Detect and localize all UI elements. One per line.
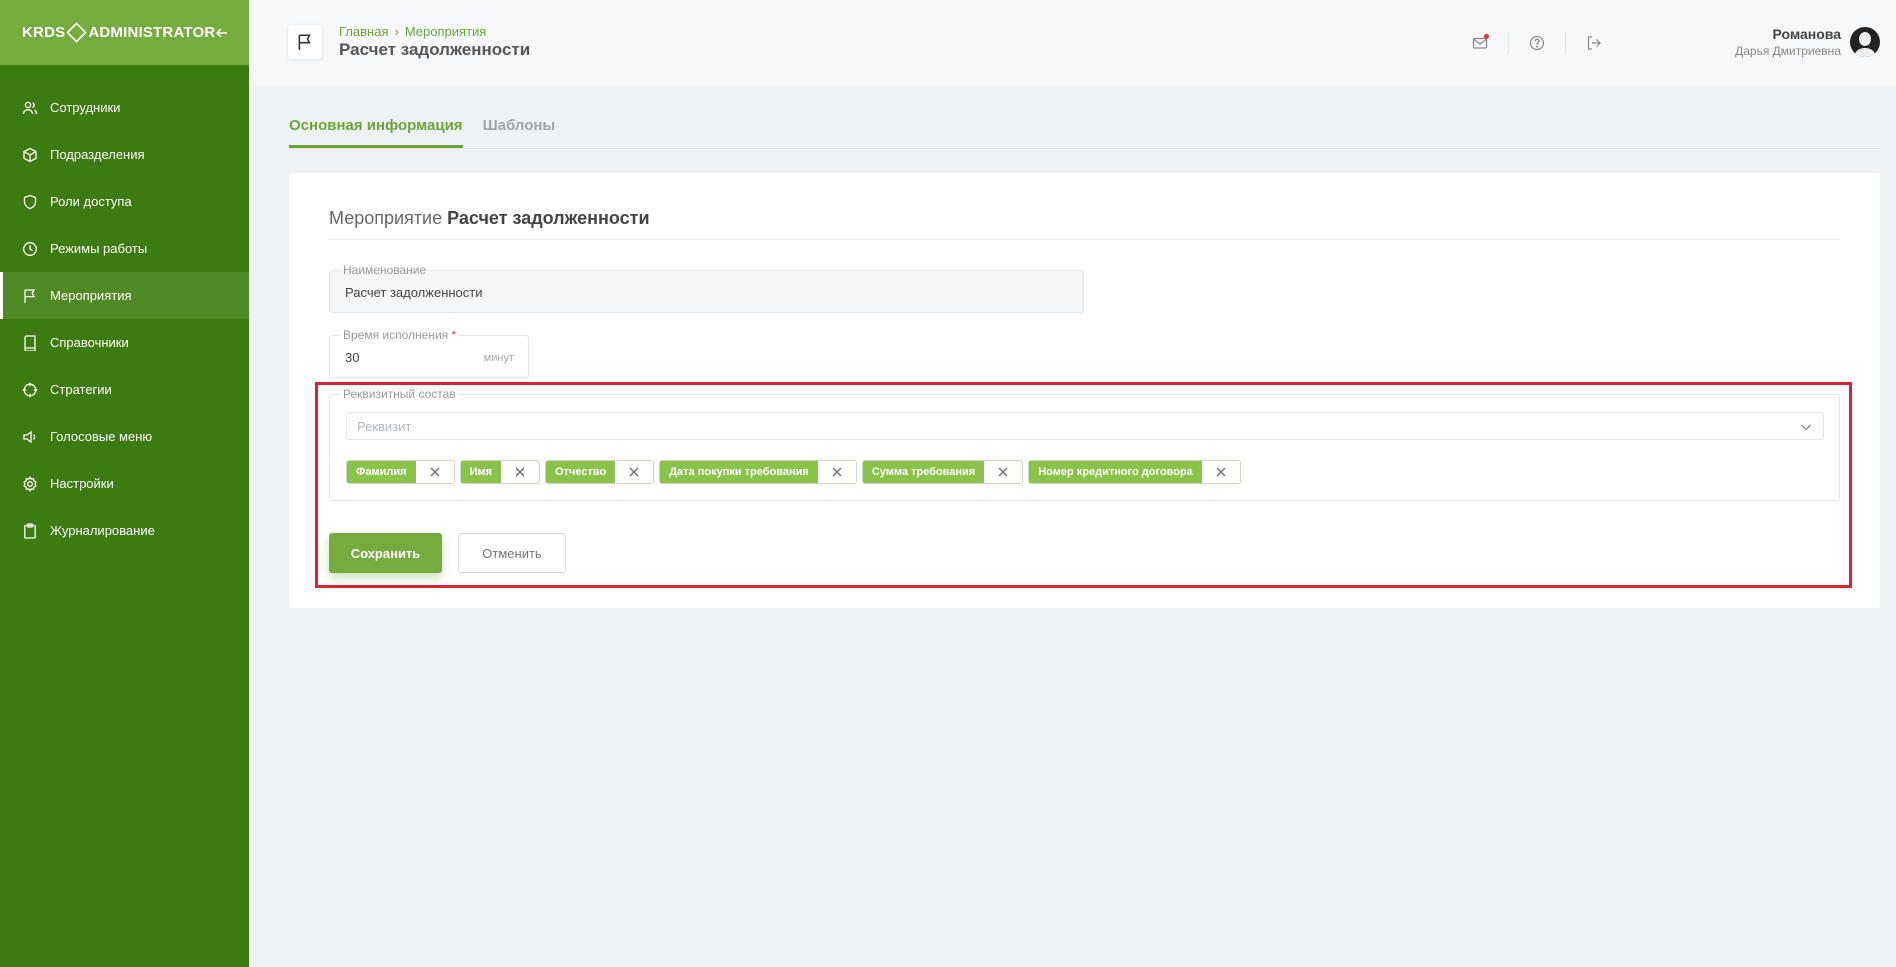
name-field-label: Наименование: [340, 263, 430, 277]
avatar[interactable]: [1850, 27, 1880, 57]
sidebar-item-logging[interactable]: Журналирование: [0, 507, 249, 554]
execution-time-unit: минут: [483, 352, 514, 364]
clipboard-icon: [22, 522, 38, 539]
remove-chip-button[interactable]: [1201, 461, 1240, 483]
remove-chip-button[interactable]: [415, 461, 454, 483]
logo-cube-icon: [66, 22, 88, 43]
chip-label: Дата покупки требования: [660, 461, 818, 483]
remove-chip-button[interactable]: [984, 461, 1023, 483]
help-icon: [1529, 35, 1545, 51]
sidebar-item-settings[interactable]: Настройки: [0, 460, 249, 507]
chip-label: Отчество: [546, 461, 616, 483]
tab-main-info[interactable]: Основная информация: [289, 117, 463, 148]
chevron-down-icon: [1801, 424, 1811, 431]
logo: KRDS ADMINISTRATOR: [22, 22, 216, 43]
page-flag-icon: [288, 25, 322, 59]
page-title: Расчет задолженности: [339, 40, 531, 59]
title-divider: [329, 239, 1840, 240]
breadcrumb-events-link[interactable]: Мероприятия: [405, 24, 487, 39]
required-marker: *: [451, 328, 457, 342]
user-avatar-icon: [1850, 27, 1880, 57]
chip-label: Номер кредитного договора: [1029, 461, 1202, 483]
chip-claim-amount: Сумма требования: [861, 460, 1024, 484]
crosshair-icon: [22, 382, 38, 398]
execution-time-field[interactable]: Время исполнения * 30 минут: [329, 328, 529, 378]
shield-icon: [22, 194, 38, 210]
requisites-label: Реквизитный состав: [340, 387, 459, 401]
cube-icon: [22, 147, 38, 163]
sidebar-nav: Сотрудники Подразделения Роли доступа Ре…: [0, 84, 249, 554]
close-icon: [515, 467, 525, 477]
chip-label: Имя: [460, 461, 502, 483]
sidebar-item-work-modes[interactable]: Режимы работы: [0, 225, 249, 272]
sidebar-item-departments[interactable]: Подразделения: [0, 131, 249, 178]
execution-time-label: Время исполнения *: [340, 328, 460, 342]
breadcrumb-home-link[interactable]: Главная: [339, 24, 388, 39]
sidebar-item-strategies[interactable]: Стратегии: [0, 366, 249, 413]
name-field-value: Расчет задолженности: [345, 285, 483, 300]
book-icon: [22, 334, 38, 351]
chip-firstname: Имя: [459, 460, 541, 484]
user-first-name: Дарья Дмитриевна: [1735, 44, 1841, 58]
notification-dot: [1484, 34, 1489, 39]
logout-icon: [1587, 36, 1601, 50]
sidebar-item-events[interactable]: Мероприятия: [0, 272, 249, 319]
remove-chip-button[interactable]: [615, 461, 654, 483]
name-field[interactable]: Наименование Расчет задолженности: [329, 263, 1084, 313]
sidebar-item-voice-menu[interactable]: Голосовые меню: [0, 413, 249, 460]
form-title: Мероприятие Расчет задолженности: [329, 208, 650, 228]
remove-chip-button[interactable]: [501, 461, 540, 483]
save-button[interactable]: Сохранить: [329, 533, 442, 573]
close-icon: [998, 467, 1008, 477]
close-icon: [832, 467, 842, 477]
sidebar-header: KRDS ADMINISTRATOR: [0, 0, 249, 65]
collapse-sidebar-button[interactable]: [215, 22, 229, 44]
gear-icon: [22, 475, 38, 492]
user-info[interactable]: Романова Дарья Дмитриевна: [1735, 26, 1841, 58]
chip-patronymic: Отчество: [545, 460, 655, 484]
chip-purchase-date: Дата покупки требования: [659, 460, 857, 484]
breadcrumb-separator: ›: [394, 24, 399, 39]
cancel-button[interactable]: Отменить: [458, 533, 566, 573]
chip-label: Фамилия: [347, 461, 416, 483]
remove-chip-button[interactable]: [817, 461, 856, 483]
requisite-select[interactable]: Реквизит: [346, 412, 1824, 440]
speaker-icon: [22, 429, 38, 445]
breadcrumb: Главная › Мероприятия: [339, 24, 486, 39]
divider: [1565, 32, 1566, 54]
flag-icon: [22, 288, 38, 304]
help-button[interactable]: [1527, 33, 1547, 53]
chip-contract-number: Номер кредитного договора: [1028, 460, 1241, 484]
requisite-select-placeholder: Реквизит: [357, 419, 412, 434]
chip-label: Сумма требования: [862, 461, 985, 483]
close-icon: [629, 467, 639, 477]
sidebar: KRDS ADMINISTRATOR Сотрудники Подразделе…: [0, 0, 249, 967]
chip-lastname: Фамилия: [346, 460, 455, 484]
users-icon: [22, 100, 38, 116]
tab-templates[interactable]: Шаблоны: [483, 117, 556, 148]
user-last-name: Романова: [1772, 26, 1841, 42]
sidebar-item-access-roles[interactable]: Роли доступа: [0, 178, 249, 225]
mail-button[interactable]: [1470, 33, 1490, 53]
event-form-card: Мероприятие Расчет задолженности Наимено…: [289, 173, 1880, 608]
sidebar-item-employees[interactable]: Сотрудники: [0, 84, 249, 131]
close-icon: [1216, 467, 1226, 477]
sidebar-item-directories[interactable]: Справочники: [0, 319, 249, 366]
clock-icon: [22, 241, 38, 257]
requisite-chips: Фамилия Имя Отчество Дата покупки требов…: [346, 460, 1246, 484]
requisites-group: Реквизитный состав Реквизит Фамилия Имя …: [329, 387, 1840, 501]
divider: [1508, 32, 1509, 54]
execution-time-value: 30: [345, 350, 360, 365]
arrow-left-icon: [216, 28, 228, 37]
header-actions: [1470, 32, 1604, 54]
logout-button[interactable]: [1584, 33, 1604, 53]
close-icon: [430, 467, 440, 477]
top-header: Главная › Мероприятия Расчет задолженности…: [249, 0, 1896, 86]
tabs: Основная информация Шаблоны: [289, 117, 1880, 149]
